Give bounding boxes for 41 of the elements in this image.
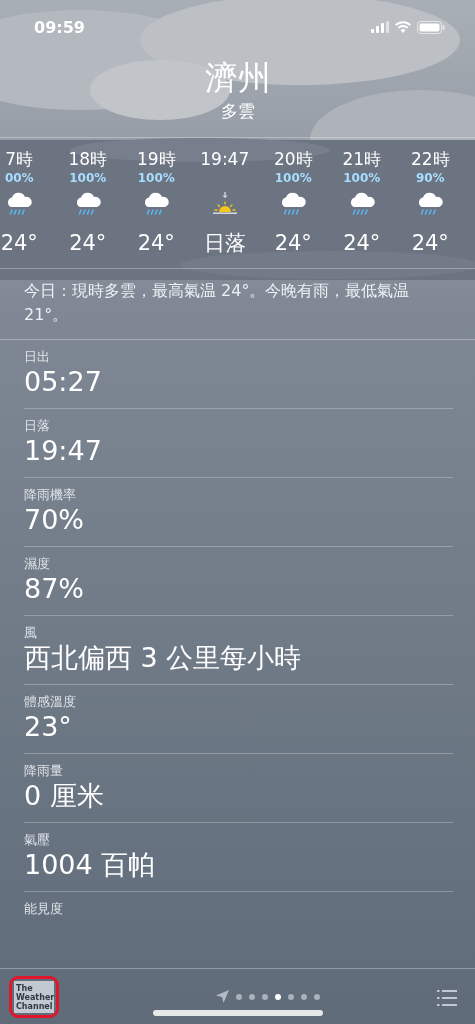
detail-value: 1004 百帕 — [24, 848, 157, 882]
detail-label: 日出 — [24, 348, 51, 365]
rain-chance: 00% — [4, 170, 34, 186]
detail-label: 能見度 — [24, 900, 64, 917]
detail-label: 氣壓 — [24, 831, 51, 848]
rain-chance: 100% — [343, 170, 381, 186]
hour-time: 21時 — [342, 148, 382, 170]
city-name: 濟州 — [203, 58, 272, 98]
hour-temperature: 24° — [411, 230, 449, 256]
detail-label: 濕度 — [24, 555, 51, 572]
detail-value: 西北偏西 3 公里每小時 — [24, 641, 303, 675]
hour-temperature: 24° — [0, 230, 38, 256]
hour-temperature: 24° — [137, 230, 175, 256]
detail-label: 體感溫度 — [24, 693, 77, 710]
weather-condition: 多雲 — [219, 100, 256, 122]
detail-label: 日落 — [24, 417, 51, 434]
hour-temperature: 24° — [343, 230, 381, 256]
detail-label: 降雨機率 — [24, 486, 77, 503]
hour-time: 18時 — [68, 148, 108, 170]
detail-label: 降雨量 — [24, 762, 64, 779]
hour-temperature: 24° — [274, 230, 312, 256]
detail-value: 0 厘米 — [24, 779, 105, 813]
hour-time: 7時 — [5, 148, 34, 170]
detail-value: 70% — [24, 503, 85, 537]
detail-value: 87% — [24, 572, 85, 606]
hour-time: 22時 — [410, 148, 450, 170]
hour-temperature: 日落 — [203, 230, 246, 256]
detail-value: 19:47 — [24, 434, 103, 468]
status-time: 09:59 — [34, 17, 85, 37]
rain-chance: 100% — [274, 170, 312, 186]
hour-time: 19時 — [136, 148, 176, 170]
detail-value: 23° — [24, 710, 73, 744]
hour-time: 19:47 — [200, 148, 250, 170]
detail-label: 風 — [24, 624, 38, 641]
daily-summary: 今日：現時多雲，最高氣温 24°。今晚有雨，最低氣温 21°。 — [0, 269, 475, 340]
hour-time: 20時 — [273, 148, 313, 170]
rain-chance: 90% — [415, 170, 445, 186]
rain-chance: 100% — [137, 170, 175, 186]
detail-value: 05:27 — [24, 365, 103, 399]
hour-temperature: 24° — [69, 230, 107, 256]
rain-chance: 100% — [69, 170, 107, 186]
